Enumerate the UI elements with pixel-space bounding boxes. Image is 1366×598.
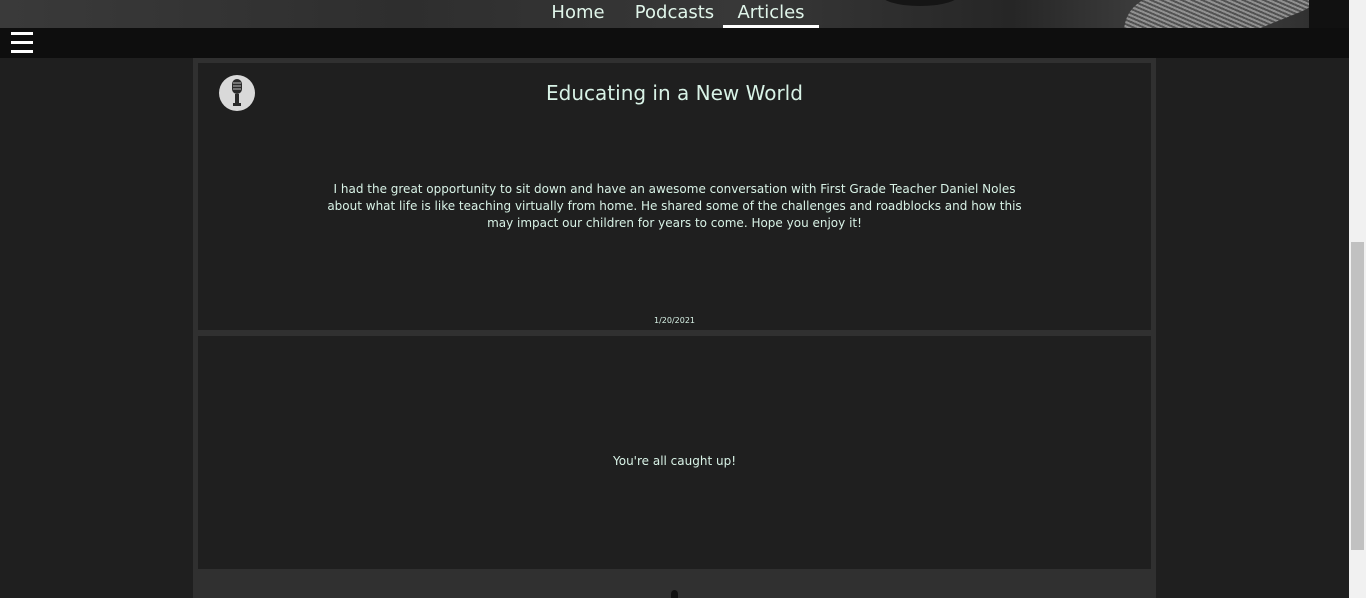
article-title[interactable]: Educating in a New World bbox=[198, 81, 1151, 105]
article-date: 1/20/2021 bbox=[653, 316, 696, 325]
nav-articles-link[interactable]: Articles bbox=[723, 2, 819, 28]
hamburger-line bbox=[11, 32, 33, 35]
article-card[interactable]: Educating in a New World I had the great… bbox=[198, 63, 1151, 330]
page-scrollbar[interactable] bbox=[1349, 0, 1366, 598]
menu-bar bbox=[0, 28, 1349, 58]
top-navigation: Home Podcasts Articles bbox=[0, 0, 1349, 28]
scrollbar-thumb[interactable] bbox=[1351, 242, 1364, 550]
article-summary: I had the great opportunity to sit down … bbox=[327, 182, 1022, 230]
hamburger-menu-icon[interactable] bbox=[11, 32, 33, 53]
hamburger-line bbox=[11, 41, 33, 44]
hamburger-line bbox=[11, 50, 33, 53]
article-feed: Educating in a New World I had the great… bbox=[193, 58, 1156, 598]
nav-podcasts-link[interactable]: Podcasts bbox=[632, 2, 717, 28]
caught-up-message: You're all caught up! bbox=[612, 454, 737, 468]
nav-home-link[interactable]: Home bbox=[548, 2, 608, 28]
loading-indicator bbox=[671, 590, 678, 598]
feed-end-card: You're all caught up! bbox=[198, 336, 1151, 569]
